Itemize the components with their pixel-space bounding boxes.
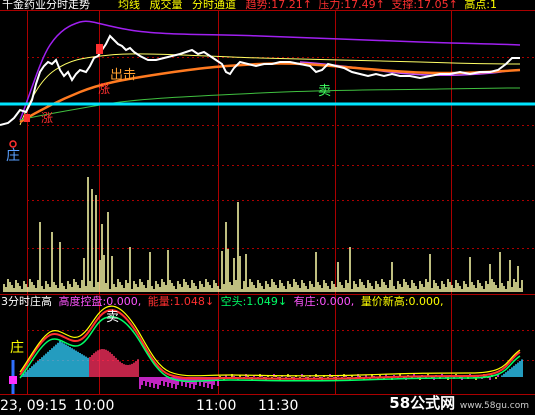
indicator-name: 3分时庄高 [1,295,52,308]
legend-trend-value: 17.21 [271,0,303,11]
short-line [19,316,521,383]
ind-short-value: 1.049 [246,295,278,308]
indicator-histogram [21,341,523,389]
top-legend: 均线 成交量 分时通道 趋势:17.21↑ 压力:17.49↑ 支撑:17.05… [118,0,497,11]
legend-support-value: 17.05 [417,0,449,11]
legend-avg: 均线 [118,0,140,11]
rise-label-2: 涨 [41,111,54,125]
price-line [0,34,520,126]
ind-short-arrow: ↓ [277,295,288,308]
ind-energy-value: 1.048 [173,295,205,308]
legend-pressure-label: 压力: [318,0,345,11]
volume-bars [3,177,523,292]
watermark-url: www.58gu.com [459,401,529,411]
sell-label: 卖 [318,84,332,99]
zhuang-bar-base-icon [9,376,17,384]
legend-support-arrow: ↑ [448,0,458,11]
up-arrow-marker-icon-2 [24,114,30,122]
legend-channel: 分时通道 [192,0,236,11]
time-label-1100: 11:00 [196,398,237,414]
watermark-logo: 58公式网 [389,394,456,412]
up-arrow-marker-icon [96,44,103,54]
ind-energy-label: 能量: [147,295,174,308]
ind-energy-arrow: ↓ [204,295,215,308]
legend-high-label: 高点: [464,0,491,11]
ind-short-label: 空头: [220,295,247,308]
ind-newhigh-value: 0.000, [408,295,444,308]
time-label-1000: 10:00 [74,398,115,414]
indicator-header: 3分时庄高 高度控盘:0.000, 能量:1.048↓ 空头:1.049↓ 有庄… [1,296,444,308]
energy-line [19,309,521,380]
legend-volume: 成交量 [149,0,183,11]
ind-zhuang-value: 0.000, [319,295,355,308]
legend-pressure-value: 17.49 [344,0,376,11]
watermark: 58公式网 www.58gu.com [389,392,529,413]
legend-high-value: 1 [490,0,498,11]
ind-control-label: 高度控盘: [58,295,107,308]
ind-zhuang-label: 有庄: [293,295,320,308]
legend-support-label: 支撑: [391,0,418,11]
stock-title: 千金药业分时走势 [2,0,90,11]
zhuang-label-top: 庄 [6,148,20,164]
time-label-start: 23, 09:15 [0,398,68,414]
top-title: 千金药业分时走势 [2,0,90,11]
out-label: 出击 [110,68,137,83]
ind-control-value: 0.000, [106,295,142,308]
rise-label-1: 涨 [98,82,111,96]
indicator-sell-label: 卖 [106,310,120,325]
intraday-chart-stage [0,10,535,395]
ind-newhigh-label: 量价新高: [360,295,409,308]
legend-pressure-arrow: ↑ [375,0,385,11]
legend-trend-arrow: ↑ [302,0,312,11]
indicator-zhuang-label: 庄 [10,340,24,356]
time-label-1130: 11:30 [258,398,299,414]
legend-trend-label: 趋势: [245,0,272,11]
control-line [19,305,521,377]
chart-frame [0,10,535,395]
zhuang-marker-icon [9,140,17,148]
